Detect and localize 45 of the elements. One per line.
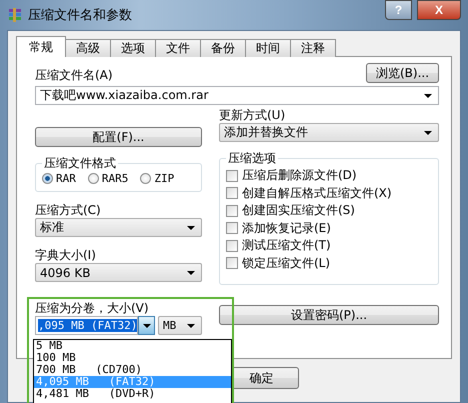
set-password-button[interactable]: 设置密码(P)...	[219, 305, 439, 325]
option-checkbox[interactable]: 压缩后删除源文件(D)	[226, 167, 432, 184]
group-title: 压缩文件格式	[43, 155, 117, 172]
caret-icon	[142, 324, 150, 328]
profiles-button[interactable]: 配置(F)...	[35, 127, 202, 147]
tab[interactable]: 备份	[200, 39, 246, 57]
archive-name-field[interactable]: 下载吧www.xiazaiba.com.rar	[35, 86, 439, 105]
tab[interactable]: 注释	[290, 39, 336, 57]
option-checkbox[interactable]: 创建自解压格式压缩文件(X)	[226, 184, 432, 202]
format-radio[interactable]: RAR5	[88, 172, 128, 185]
list-option[interactable]: 100 MB	[34, 352, 231, 364]
tab[interactable]: 时间	[245, 39, 291, 57]
option-checkbox[interactable]: 锁定压缩文件(L)	[226, 254, 432, 272]
field-label: 字典大小(I)	[35, 247, 97, 263]
caret-icon	[187, 270, 195, 274]
tab[interactable]: 选项	[110, 39, 156, 57]
caret-icon	[424, 94, 432, 98]
browse-button[interactable]: 浏览(B)...	[366, 63, 439, 83]
tab[interactable]: 文件	[155, 39, 201, 57]
close-button[interactable]: X	[417, 0, 461, 20]
compression-method-dropdown[interactable]: 标准	[35, 218, 202, 237]
dictionary-size-dropdown[interactable]: 4096 KB	[35, 263, 202, 282]
list-option[interactable]: 4,481 MB (DVD+R)	[34, 388, 231, 400]
dropdown-button[interactable]	[138, 316, 155, 335]
update-mode-dropdown[interactable]: 添加并替换文件	[219, 123, 439, 142]
caret-icon	[424, 130, 432, 134]
field-label: 压缩文件名(A)	[35, 67, 113, 83]
format-radio[interactable]: ZIP	[140, 172, 174, 185]
caret-icon	[187, 324, 195, 328]
option-checkbox[interactable]: 添加恢复记录(E)	[226, 220, 432, 237]
books-icon	[7, 7, 23, 23]
field-label: 压缩方式(C)	[35, 202, 102, 218]
volume-size-field[interactable]: ,095 MB (FAT32)	[35, 316, 138, 335]
option-checkbox[interactable]: 测试压缩文件(T)	[226, 237, 432, 254]
tab[interactable]: 高级	[65, 39, 111, 57]
option-checkbox[interactable]: 创建固实压缩文件(S)	[226, 202, 432, 220]
caret-icon	[187, 226, 195, 230]
list-option[interactable]: 5 MB	[34, 340, 231, 352]
tab[interactable]: 常规	[16, 36, 66, 57]
field-label: 压缩为分卷，大小(V)	[35, 300, 150, 316]
group-title: 压缩选项	[227, 150, 277, 167]
field-label: 更新方式(U)	[219, 107, 286, 123]
unit-dropdown[interactable]: MB	[158, 316, 202, 335]
format-radio[interactable]: RAR	[42, 172, 76, 185]
window-title: 压缩文件名和参数	[28, 7, 132, 24]
